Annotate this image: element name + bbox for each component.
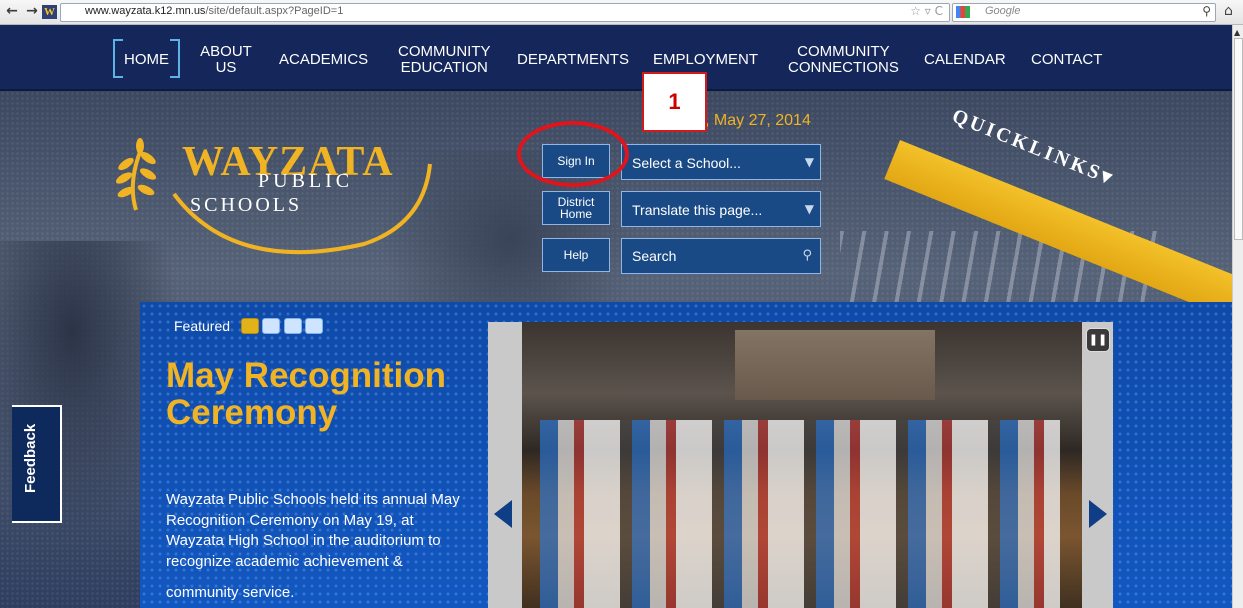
- nav-contact[interactable]: CONTACT: [1031, 52, 1102, 68]
- dropdown-arrow-icon: ▼: [804, 202, 814, 216]
- help-button[interactable]: Help: [542, 238, 610, 272]
- forward-icon[interactable]: →: [24, 3, 40, 19]
- nav-calendar[interactable]: CALENDAR: [924, 52, 1006, 68]
- featured-label: Featured: [174, 318, 231, 334]
- scroll-thumb[interactable]: [1234, 38, 1243, 240]
- featured-description: Wayzata Public Schools held its annual M…: [166, 491, 460, 570]
- reload-icon[interactable]: ☆ ▿ C: [910, 4, 943, 18]
- browser-toolbar: ← → W www.wayzata.k12.mn.us/site/default…: [0, 0, 1243, 25]
- slide-dot-3[interactable]: [284, 318, 302, 334]
- feedback-label: Feedback: [22, 423, 39, 493]
- magnifier-icon[interactable]: ⚲: [1202, 4, 1211, 18]
- nav-employment[interactable]: EMPLOYMENT: [653, 52, 758, 68]
- home-icon[interactable]: ⌂: [1224, 3, 1233, 19]
- search-icon[interactable]: ⚲: [802, 248, 812, 263]
- annotation-circle: [517, 121, 629, 187]
- wheat-icon: [115, 138, 157, 211]
- slide-dot-2[interactable]: [262, 318, 280, 334]
- nav-home[interactable]: HOME: [124, 52, 169, 68]
- site-search-field[interactable]: ⚲: [621, 238, 821, 274]
- logo-public-text: PUBLIC: [258, 170, 354, 192]
- current-date: , May 27, 2014: [705, 112, 811, 129]
- previous-slide-icon[interactable]: [494, 500, 512, 528]
- select-school-label: Select a School...: [632, 155, 741, 171]
- featured-description-end: community service.: [166, 584, 295, 601]
- slide-dot-4[interactable]: [305, 318, 323, 334]
- featured-title[interactable]: May Recognition Ceremony: [166, 357, 466, 431]
- dropdown-arrow-icon: ▼: [804, 155, 814, 169]
- nav-about-us[interactable]: ABOUT US: [200, 44, 252, 76]
- site-search-input[interactable]: [622, 239, 820, 273]
- nav-community-connections[interactable]: COMMUNITY CONNECTIONS: [788, 44, 899, 76]
- search-engine-label: Google: [985, 5, 1021, 17]
- nav-community-education[interactable]: COMMUNITY EDUCATION: [398, 44, 491, 76]
- site-favicon-icon: W: [42, 5, 57, 19]
- annotation-step-number: 1: [642, 72, 707, 132]
- google-icon[interactable]: [956, 6, 970, 18]
- back-icon[interactable]: ←: [4, 3, 20, 19]
- scroll-up-icon[interactable]: ▲: [1234, 28, 1240, 37]
- translate-label: Translate this page...: [632, 202, 763, 218]
- select-school-dropdown[interactable]: Select a School... ▼: [621, 144, 821, 180]
- browser-search-field[interactable]: Google ⚲: [952, 3, 1216, 22]
- ceremony-photo-screen: [735, 330, 935, 400]
- translate-dropdown[interactable]: Translate this page... ▼: [621, 191, 821, 227]
- ceremony-photo-students: [540, 420, 1060, 608]
- nav-departments[interactable]: DEPARTMENTS: [517, 52, 629, 68]
- district-home-button[interactable]: District Home: [542, 191, 610, 225]
- url-text: www.wayzata.k12.mn.us/site/default.aspx?…: [85, 5, 344, 17]
- slide-dot-1[interactable]: [241, 318, 259, 334]
- pause-icon[interactable]: ❚❚: [1086, 328, 1110, 352]
- feedback-tab[interactable]: Feedback: [12, 405, 62, 523]
- nav-academics[interactable]: ACADEMICS: [279, 52, 368, 68]
- address-bar[interactable]: www.wayzata.k12.mn.us/site/default.aspx?…: [60, 3, 950, 22]
- next-slide-icon[interactable]: [1089, 500, 1107, 528]
- logo-schools-text: SCHOOLS: [190, 194, 303, 216]
